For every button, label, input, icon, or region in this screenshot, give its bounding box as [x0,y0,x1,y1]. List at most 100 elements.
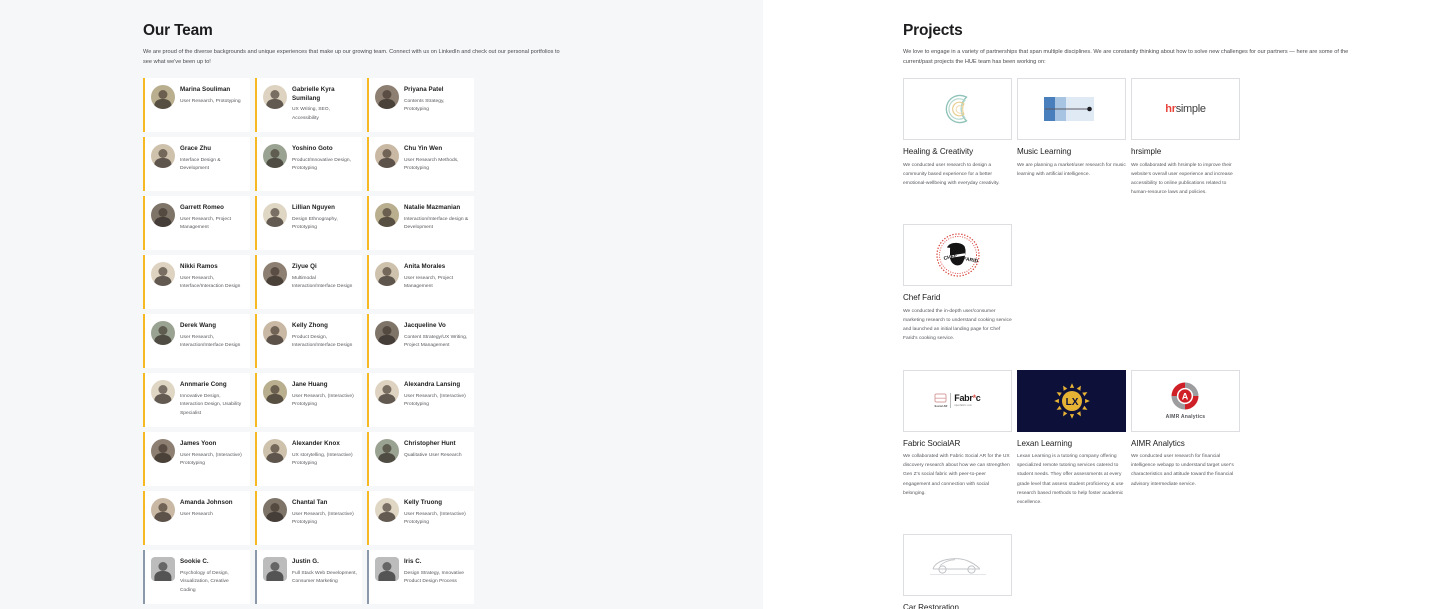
avatar [263,498,287,523]
team-member-info: Marina Souliman User Research, Prototypin… [180,85,245,106]
team-member-info: Chu Yin Wen User Research Methods, Protot… [404,144,469,174]
team-member-role: UX Writing, SEO, Accessibility [292,107,331,122]
team-member-card[interactable]: Alexander Knox UX storytelling, (Interact… [255,432,362,487]
team-member-card[interactable]: Alexandra Lansing User Research, (Interac… [367,373,474,428]
team-member-card[interactable]: Lillian Nguyen Design Ethnography, Protot… [255,196,362,251]
project-thumbnail[interactable]: Social AR Fabr*c openfabric.com [903,369,1012,432]
team-member-info: Garrett Romeo User Research, Project Mana… [180,203,245,233]
project-card[interactable]: LX Lexan Learning Lexan Learning is a tuto… [1017,369,1126,507]
project-thumbnail[interactable] [903,78,1012,141]
team-member-name: Christopher Hunt [404,440,456,448]
team-member-info: Grace Zhu Interface Design & Development [180,144,245,174]
projects-intro-text: We love to engage in a variety of partne… [903,49,1349,65]
project-card[interactable]: hr simple hrsimple We collaborated with hrs… [1131,78,1240,197]
project-title: Music Learning [1017,147,1072,157]
project-title: Healing & Creativity [903,147,974,157]
team-member-card[interactable]: Gabrielle Kyra Sumilang UX Writing, SEO, … [255,78,362,133]
team-member-card[interactable]: Jane Huang User Research, (Interactive) P… [255,373,362,428]
team-member-card[interactable]: Chantal Tan User Research, (Interactive) … [255,491,362,546]
project-thumbnail[interactable]: A AIMR Analytics [1131,369,1240,432]
avatar [151,439,175,464]
project-thumbnail[interactable] [1017,78,1126,141]
project-title: AIMR Analytics [1131,438,1185,448]
team-intro-text: We are proud of the diverse backgrounds … [143,49,560,65]
team-member-name: Chu Yin Wen [404,145,443,153]
team-member-role: User Research Methods, Prototyping [404,157,459,172]
team-member-name: Annmarie Cong [180,381,227,389]
project-thumbnail[interactable]: LX [1017,369,1126,432]
team-member-role: User Research, (Interactive) Prototyping [292,393,354,408]
team-member-card[interactable]: Derek Wang User Research, Interaction/Int… [143,314,250,369]
team-member-name: Alexander Knox [292,440,340,448]
project-card[interactable]: CHEF FARID Chef Farid We conducted the in-d… [903,224,1012,343]
team-member-card[interactable]: Christopher Hunt Qualitative User Researc… [367,432,474,487]
team-member-name: Justin G. [292,558,319,566]
avatar [375,498,399,523]
avatar [375,380,399,405]
avatar [375,144,399,169]
project-thumbnail[interactable]: hr simple [1131,78,1240,141]
project-card[interactable]: Social AR Fabr*c openfabric.com Fabric Soci… [903,369,1012,507]
project-card[interactable]: Healing & Creativity We conducted user re… [903,78,1012,197]
team-member-card[interactable]: Natalie Mazmanian Interaction/Interface d… [367,196,474,251]
team-member-name: Iris C. [404,558,422,566]
team-member-card[interactable]: Kelly Truong User Research, (Interactive)… [367,491,474,546]
team-member-info: Annmarie Cong Innovative Design, Interact… [180,380,245,419]
project-title: Chef Farid [903,293,941,303]
team-member-info: Derek Wang User Research, Interaction/Int… [180,321,245,351]
team-member-card[interactable]: Garrett Romeo User Research, Project Mana… [143,196,250,251]
team-member-card[interactable]: Grace Zhu Interface Design & Development [143,137,250,192]
team-member-card[interactable]: Nikki Ramos User Research, Interface/Inte… [143,255,250,310]
team-member-name: Priyana Patel [404,86,444,94]
team-member-card[interactable]: Amanda Johnson User Research [143,491,250,546]
svg-text:FARID: FARID [962,256,978,265]
team-member-card[interactable]: Anita Morales User research, Project Mana… [367,255,474,310]
team-page-title: Our Team [143,22,213,39]
avatar [151,144,175,169]
team-member-card[interactable]: Marina Souliman User Research, Prototypin… [143,78,250,133]
team-member-card[interactable]: Chu Yin Wen User Research Methods, Protot… [367,137,474,192]
avatar [263,262,287,287]
team-member-role: Full Stack Web Development, Consumer Mar… [292,570,357,585]
team-member-role: Multimodal Interaction/Interface Design [292,275,353,290]
team-member-role: User Research, (Interactive) Prototyping [404,393,466,408]
project-card[interactable]: Music Learning We are planning a market/u… [1017,78,1126,197]
team-member-info: Ziyue Qi Multimodal Interaction/Interface… [292,262,357,292]
team-member-card[interactable]: Iris C. Design Strategy, Innovative Produ… [367,550,474,605]
avatar [151,557,175,582]
avatar [263,557,287,582]
team-member-card[interactable]: Ziyue Qi Multimodal Interaction/Interface… [255,255,362,310]
project-card[interactable]: A AIMR Analytics AIMR Analytics We conducte… [1131,369,1240,507]
avatar [151,321,175,346]
team-member-name: Ziyue Qi [292,263,317,271]
team-member-card[interactable]: Sookie C. Psychology of Design, Visualiza… [143,550,250,605]
team-member-card[interactable]: Priyana Patel Contents Strategy, Prototyp… [367,78,474,133]
avatar [375,321,399,346]
project-card[interactable]: Car RestorationWe design user experience… [903,533,1012,609]
team-member-name: Anita Morales [404,263,446,271]
team-member-card[interactable]: Annmarie Cong Innovative Design, Interact… [143,373,250,428]
team-member-card[interactable]: Yoshino Goto Product/Innovative Design, P… [255,137,362,192]
team-member-name: Kelly Truong [404,499,443,507]
projects-page-title: Projects [903,22,963,39]
project-thumbnail[interactable]: CHEF FARID [903,224,1012,287]
team-member-card[interactable]: Jacqueline Vo Content Strategy/UX Writing… [367,314,474,369]
team-member-card[interactable]: James Yoon User Research, (Interactive) P… [143,432,250,487]
avatar [263,321,287,346]
team-member-name: James Yoon [180,440,217,448]
project-description: We are planning a market/user research f… [1017,162,1126,178]
team-member-role: User Research, Interaction/Interface Des… [180,334,241,349]
team-member-name: Amanda Johnson [180,499,233,507]
team-member-info: Sookie C. Psychology of Design, Visualiza… [180,557,245,596]
project-thumbnail[interactable] [903,533,1012,596]
lexan-sun-logo: LX [1053,382,1090,419]
team-member-card[interactable]: Kelly Zhong Product Design, Interaction/I… [255,314,362,369]
avatar [151,203,175,228]
team-member-card[interactable]: Justin G. Full Stack Web Development, Con… [255,550,362,605]
team-member-info: Chantal Tan User Research, (Interactive) … [292,498,357,528]
project-title: Car Restoration [903,602,959,609]
team-member-name: Gabrielle Kyra Sumilang [292,86,335,103]
team-member-role: Qualitative User Research [404,452,462,458]
project-title: Fabric SocialAR [903,438,961,448]
project-title: Lexan Learning [1017,438,1073,448]
